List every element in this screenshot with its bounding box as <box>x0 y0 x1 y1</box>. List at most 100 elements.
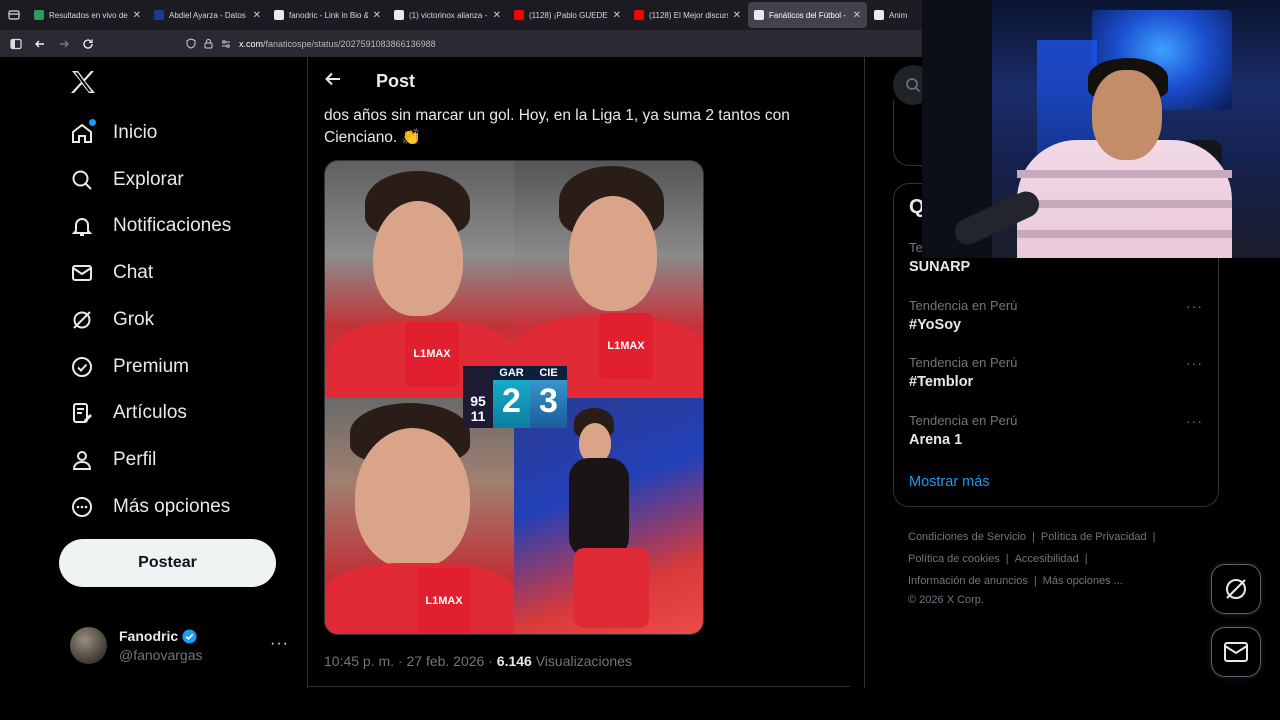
view-count-label: Visualizaciones <box>531 653 632 669</box>
close-tab-icon[interactable]: ✕ <box>373 10 381 21</box>
browser-tab[interactable]: Abdiel Ayarza - Datos d ✕ <box>148 2 267 28</box>
cookies-link[interactable]: Política de cookies <box>908 553 1000 565</box>
nav-item-inicio[interactable]: Inicio <box>70 119 158 145</box>
more-options-link[interactable]: Más opciones ... <box>1043 575 1123 587</box>
back-arrow-icon <box>325 72 340 85</box>
footer-links: Condiciones de Servicio | Política de Priv… <box>908 526 1208 608</box>
nav-item-art-culos[interactable]: Artículos <box>70 401 187 425</box>
grok-button[interactable] <box>1211 564 1261 614</box>
tab-favicon-icon <box>34 10 44 20</box>
x-logo-icon[interactable] <box>70 70 96 99</box>
tab-favicon-icon <box>874 10 884 20</box>
close-tab-icon[interactable]: ✕ <box>733 10 741 21</box>
more-circle-icon <box>70 495 94 519</box>
nav-item-perfil[interactable]: Perfil <box>70 448 156 472</box>
notification-dot <box>89 119 96 126</box>
forward-arrow-icon[interactable] <box>52 32 76 56</box>
account-switcher[interactable]: Fanodric @fanovargas ··· <box>70 627 295 664</box>
nav-item-label: Explorar <box>113 168 184 190</box>
close-tab-icon[interactable]: ✕ <box>493 10 501 21</box>
browser-tab[interactable]: Fanáticos del Fútbol - F ✕ <box>748 2 867 28</box>
terms-link[interactable]: Condiciones de Servicio <box>908 531 1026 543</box>
microphone-logo: L1MAX <box>599 313 653 379</box>
trend-item[interactable]: Tendencia en Perú Arena 1 ··· <box>909 413 1205 448</box>
tab-list-icon[interactable] <box>0 0 28 30</box>
url-host: x.com <box>239 38 264 49</box>
reload-icon[interactable] <box>76 32 100 56</box>
grok-icon <box>70 308 94 332</box>
tab-title: (1128) ¡Pablo GUEDE e <box>529 10 608 20</box>
show-more-link[interactable]: Mostrar más <box>909 474 990 490</box>
nav-item-label: Premium <box>113 355 190 377</box>
nav-item-premium[interactable]: Premium <box>70 355 189 379</box>
messages-button[interactable] <box>1211 627 1261 677</box>
accessibility-link[interactable]: Accesibilidad <box>1015 553 1079 565</box>
away-team: CIE <box>530 366 567 380</box>
divider <box>308 686 850 687</box>
ads-info-link[interactable]: Información de anuncios <box>908 575 1028 587</box>
tab-favicon-icon <box>634 10 644 20</box>
mail-icon <box>70 261 94 285</box>
media-photo-4 <box>514 398 703 634</box>
account-name: Fanodric <box>119 628 179 644</box>
trend-more-icon[interactable]: ··· <box>1186 355 1203 371</box>
trend-more-icon[interactable]: ··· <box>1186 413 1203 429</box>
close-tab-icon[interactable]: ✕ <box>133 10 141 21</box>
nav-item-label: Perfil <box>113 448 157 470</box>
tab-title: Fanáticos del Fútbol - F <box>769 10 848 20</box>
trend-context: Tendencia en Perú <box>909 355 1018 370</box>
microphone-logo: L1MAX <box>405 321 459 387</box>
away-score: 3 <box>539 382 558 420</box>
article-icon <box>70 401 94 425</box>
more-icon[interactable]: ··· <box>270 635 289 653</box>
nav-item-grok[interactable]: Grok <box>70 308 154 332</box>
tab-title: Abdiel Ayarza - Datos d <box>169 10 248 20</box>
trend-name: SUNARP <box>909 259 971 275</box>
permissions-icon <box>222 39 230 48</box>
browser-tab[interactable]: fanodric - Link in Bio & ✕ <box>268 2 387 28</box>
page-title: Post <box>376 70 416 91</box>
nav-item-notificaciones[interactable]: Notificaciones <box>70 214 231 238</box>
webcam-overlay <box>922 0 1280 258</box>
left-navigation: Inicio Explorar Notificaciones Chat Grok Prem… <box>0 57 307 720</box>
close-tab-icon[interactable]: ✕ <box>613 10 621 21</box>
back-arrow-icon[interactable] <box>28 32 52 56</box>
post-timestamp[interactable]: 10:45 p. m. · 27 feb. 2026 · <box>324 653 497 669</box>
trend-context: Tendencia en Perú <box>909 298 1018 313</box>
scoreboard: 95 11 GAR 2 CIE 3 <box>463 366 567 428</box>
sidebar-toggle-icon[interactable] <box>4 32 28 56</box>
trend-name: #Temblor <box>909 374 974 390</box>
nav-item-label: Más opciones <box>113 495 231 517</box>
nav-item-label: Inicio <box>113 122 158 143</box>
media-photo-3: L1MAX <box>325 398 514 634</box>
trend-more-icon[interactable]: ··· <box>1186 298 1203 314</box>
mail-icon <box>1224 642 1248 662</box>
trend-item[interactable]: Tendencia en Perú #YoSoy ··· <box>909 298 1205 333</box>
address-bar[interactable]: x.com/fanaticospe/status/202759108386613… <box>186 38 436 49</box>
tab-favicon-icon <box>394 10 404 20</box>
post-button[interactable]: Postear <box>59 539 276 587</box>
url-path: /fanaticospe/status/2027591083866136988 <box>263 38 436 49</box>
account-handle: @fanovargas <box>119 647 203 663</box>
tab-title: (1) victorinox alianza - <box>409 10 488 20</box>
close-tab-icon[interactable]: ✕ <box>253 10 261 21</box>
shield-icon <box>186 38 196 49</box>
nav-item-label: Grok <box>113 308 155 330</box>
nav-item-m-s-opciones[interactable]: Más opciones <box>70 495 230 519</box>
close-tab-icon[interactable]: ✕ <box>853 10 861 21</box>
match-second: 11 <box>470 408 486 424</box>
nav-item-chat[interactable]: Chat <box>70 261 153 285</box>
browser-tab[interactable]: Resultados en vivo de L ✕ <box>28 2 147 28</box>
privacy-link[interactable]: Política de Privacidad <box>1041 531 1147 543</box>
post-media[interactable]: L1MAX L1MAX L1MAX 95 11 GAR 2 CIE 3 <box>324 160 704 635</box>
browser-tab[interactable]: (1) victorinox alianza - ✕ <box>388 2 507 28</box>
trend-name: #YoSoy <box>909 317 962 333</box>
browser-tab[interactable]: (1128) El Mejor discurs ✕ <box>628 2 747 28</box>
browser-tab[interactable]: (1128) ¡Pablo GUEDE e ✕ <box>508 2 627 28</box>
lock-icon <box>204 39 213 49</box>
nav-item-explorar[interactable]: Explorar <box>70 168 184 192</box>
trend-item[interactable]: Tendencia en Perú #Temblor ··· <box>909 355 1205 390</box>
home-score: 2 <box>502 382 521 420</box>
grok-icon <box>1226 579 1246 599</box>
back-button[interactable] <box>324 70 344 93</box>
